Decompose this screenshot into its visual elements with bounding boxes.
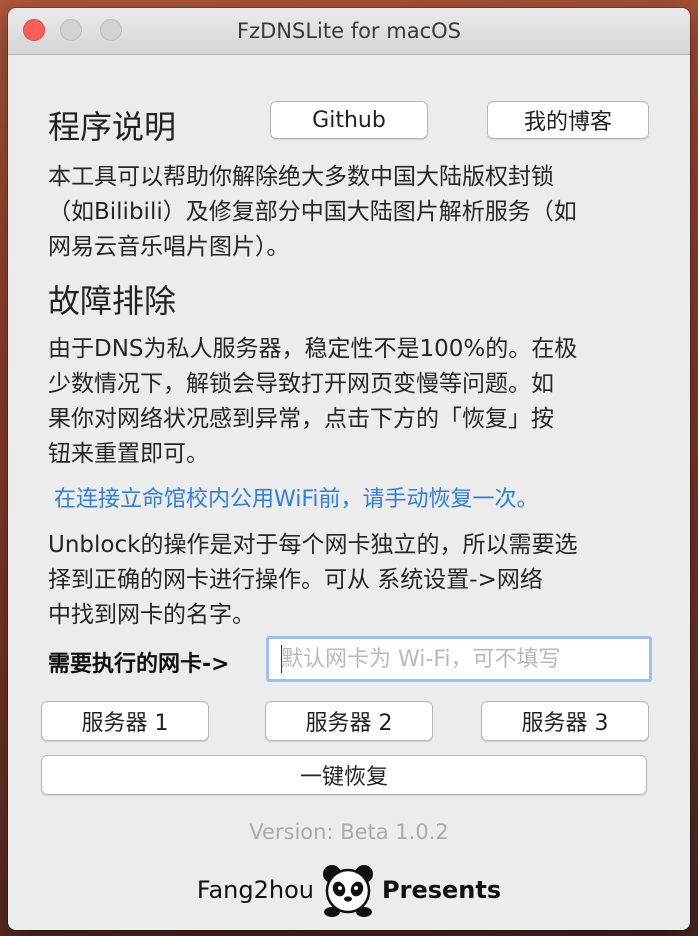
troubleshoot-line: 由于DNS为私人服务器，稳定性不是100%的。在极 — [48, 336, 578, 362]
restore-button[interactable]: 一键恢复 — [41, 755, 647, 795]
troubleshoot-line: 少数情况下，解锁会导致打开网页变慢等问题。如 — [48, 371, 554, 397]
app-window: FzDNSLite for macOS 程序说明 Github 我的博客 本工具… — [8, 8, 690, 930]
intro-line: （如Bilibili）及修复部分中国大陆图片解析服务（如 — [48, 199, 577, 225]
server-1-button[interactable]: 服务器 1 — [41, 701, 209, 741]
server-3-button[interactable]: 服务器 3 — [481, 701, 649, 741]
unblock-description: Unblock的操作是对于每个网卡独立的，所以需要选 择到正确的网卡进行操作。可… — [48, 528, 660, 633]
intro-line: 网易云音乐唱片图片）。 — [48, 234, 290, 260]
author-name: Fang2hou — [196, 876, 315, 904]
github-button[interactable]: Github — [270, 101, 428, 139]
unblock-line: 择到正确的网卡进行操作。可从 系统设置->网络 — [48, 567, 543, 593]
troubleshoot-description: 由于DNS为私人服务器，稳定性不是100%的。在极 少数情况下，解锁会导致打开网… — [48, 332, 660, 472]
troubleshoot-line: 果你对网络状况感到异常，点击下方的「恢复」按 — [48, 406, 554, 432]
intro-line: 本工具可以帮助你解除绝大多数中国大陆版权封锁 — [48, 164, 554, 190]
version-label: Version: Beta 1.0.2 — [249, 820, 449, 844]
intro-description: 本工具可以帮助你解除绝大多数中国大陆版权封锁 （如Bilibili）及修复部分中… — [48, 160, 660, 265]
text-caret — [281, 645, 282, 673]
title-bar: FzDNSLite for macOS — [8, 8, 690, 55]
nic-label: 需要执行的网卡-> — [48, 652, 230, 677]
nic-input[interactable] — [266, 636, 652, 682]
wifi-warning: 在连接立命馆校内公用WiFi前，请手动恢复一次。 — [54, 487, 539, 512]
server-2-button[interactable]: 服务器 2 — [265, 701, 433, 741]
panda-icon — [323, 865, 374, 917]
intro-heading: 程序说明 — [48, 108, 177, 146]
unblock-line: Unblock的操作是对于每个网卡独立的，所以需要选 — [48, 532, 578, 558]
troubleshoot-heading: 故障排除 — [48, 282, 177, 320]
footer-credit: Fang2hou Presents — [8, 860, 690, 920]
presents-label: Presents — [382, 876, 502, 904]
main-content: 程序说明 Github 我的博客 本工具可以帮助你解除绝大多数中国大陆版权封锁 … — [8, 54, 690, 930]
blog-button[interactable]: 我的博客 — [487, 101, 649, 139]
unblock-line: 中找到网卡的名字。 — [48, 602, 255, 628]
window-title: FzDNSLite for macOS — [237, 19, 461, 43]
troubleshoot-line: 钮来重置即可。 — [48, 441, 209, 467]
